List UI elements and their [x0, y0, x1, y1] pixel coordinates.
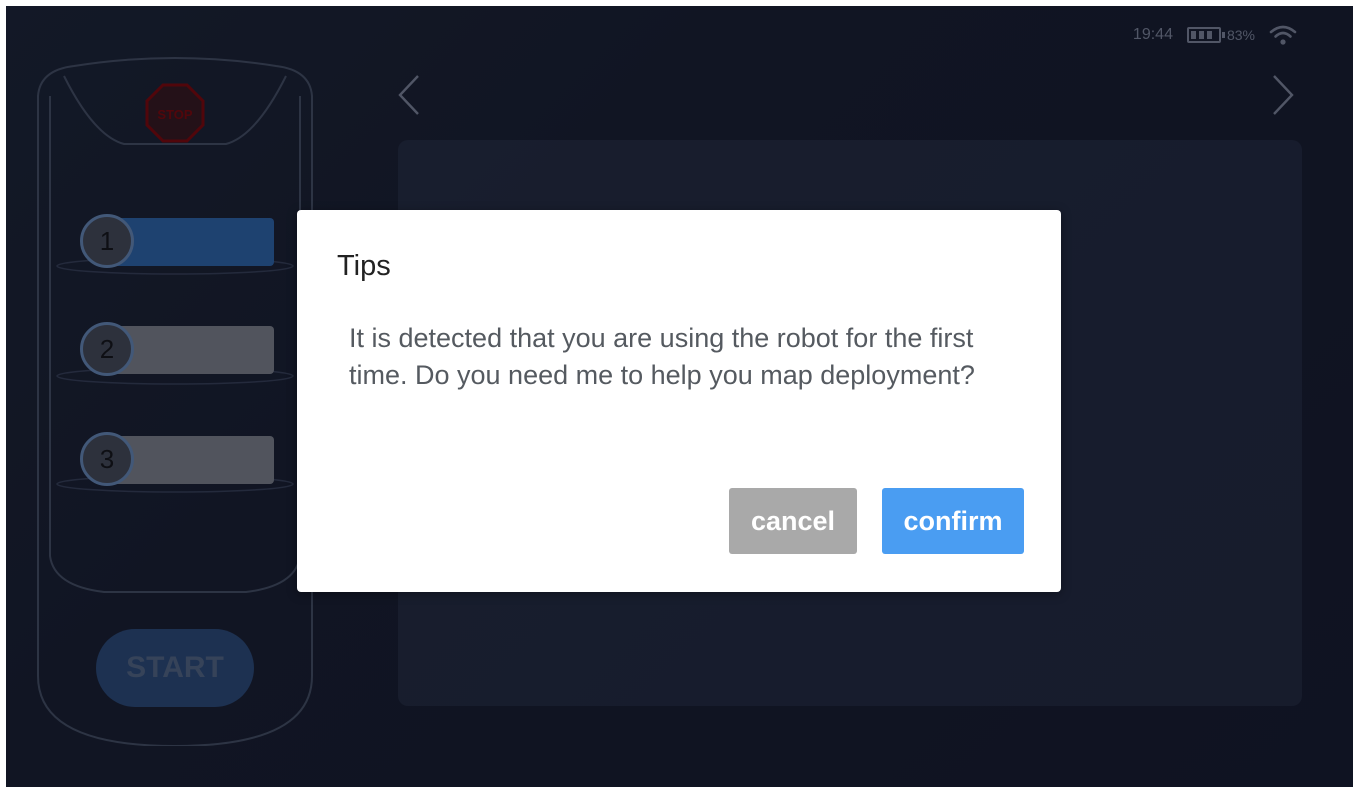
cancel-button[interactable]: cancel	[729, 488, 857, 554]
dialog-message: It is detected that you are using the ro…	[349, 323, 975, 390]
app-screen: 19:44 83% STOP 1 2 3 START Tips It is de…	[6, 6, 1353, 787]
tips-dialog: Tips It is detected that you are using t…	[297, 210, 1061, 592]
confirm-button[interactable]: confirm	[882, 488, 1024, 554]
dialog-title: Tips	[337, 250, 391, 282]
